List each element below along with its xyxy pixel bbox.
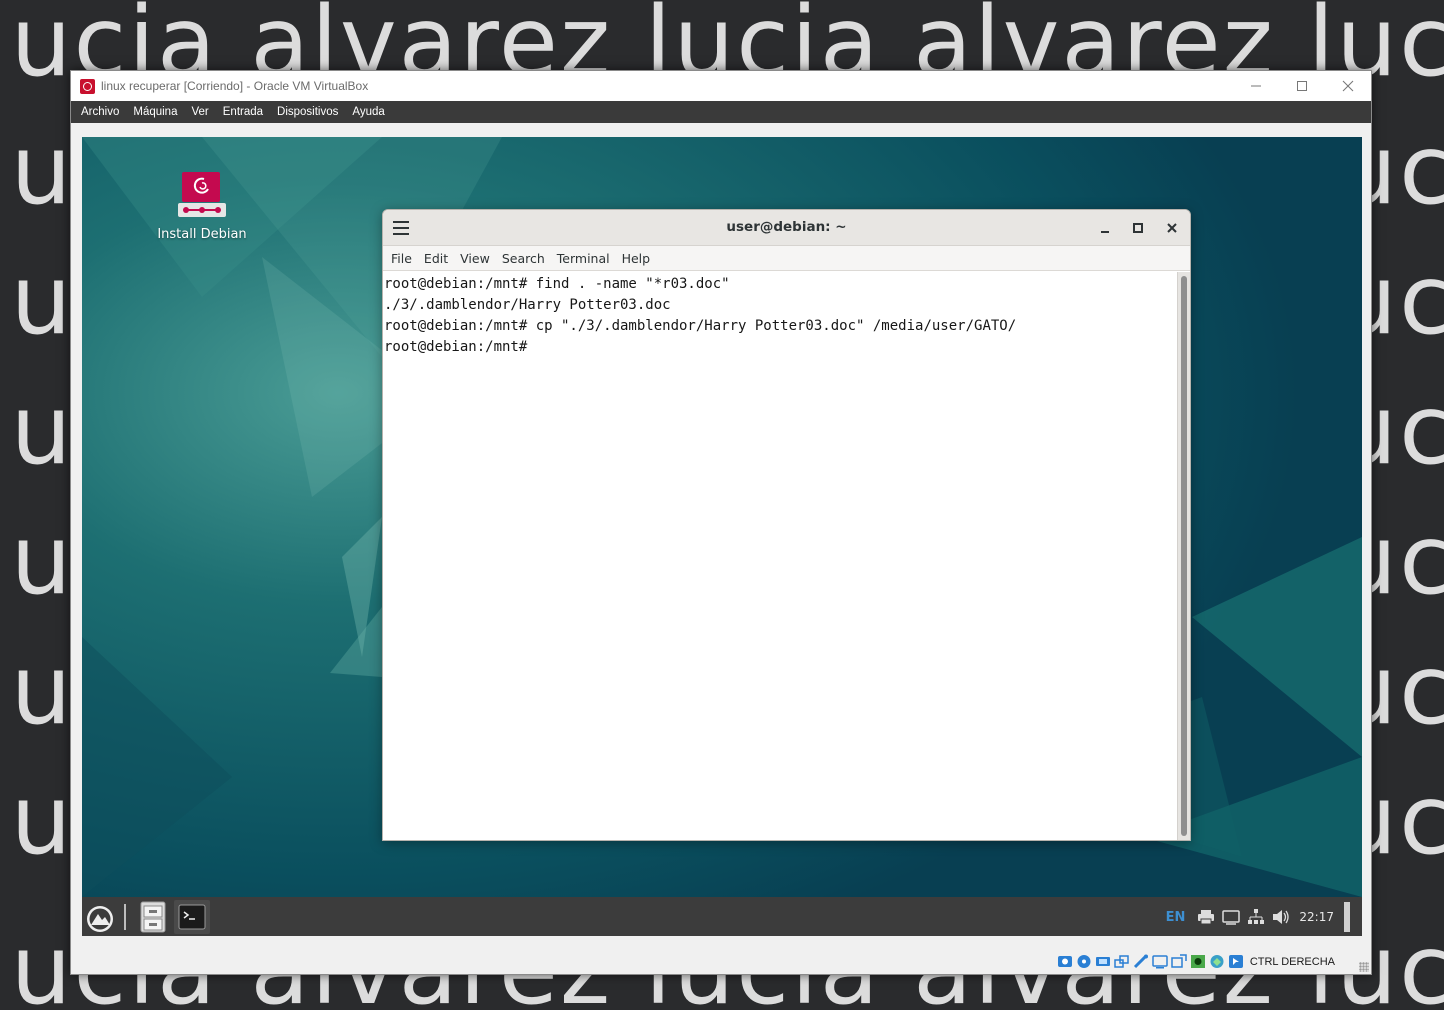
close-button[interactable] [1325,71,1371,101]
cpu-activity-icon[interactable] [1209,954,1225,969]
menu-terminal[interactable]: Terminal [557,251,610,266]
install-debian-launcher[interactable]: Install Debian [152,171,252,242]
terminal-maximize-button[interactable] [1128,218,1148,238]
guest-screen[interactable]: Install Debian user@debian: ~ File Edit … [82,137,1362,937]
show-desktop-button[interactable] [1344,902,1350,932]
menu-entrada[interactable]: Entrada [223,106,263,118]
close-icon [1167,223,1177,233]
maximize-icon [1297,81,1307,91]
scrollbar-thumb[interactable] [1181,276,1187,836]
file-manager-launcher[interactable] [137,900,169,934]
keyboard-layout-indicator[interactable]: EN [1166,910,1186,925]
menu-file[interactable]: File [391,251,412,266]
usb-icon[interactable] [1133,954,1149,969]
close-icon [1342,80,1354,92]
optical-disk-icon[interactable] [1076,954,1092,969]
terminal-output[interactable]: root@debian:/mnt# find . -name "*r03.doc… [383,272,1176,840]
file-cabinet-icon [140,901,166,933]
terminal-close-button[interactable] [1162,218,1182,238]
recording-icon[interactable] [1190,954,1206,969]
maximize-icon [1133,223,1143,233]
virtualbox-statusbar: CTRL DERECHA [71,936,1371,974]
menu-maquina[interactable]: Máquina [133,106,177,118]
debian-installer-icon [178,171,226,219]
menu-dispositivos[interactable]: Dispositivos [277,106,338,118]
network-icon[interactable] [1114,954,1130,969]
display-icon[interactable] [1171,954,1187,969]
terminal-scrollbar[interactable] [1177,272,1190,840]
app-menu-button[interactable] [84,900,116,934]
minimize-button[interactable] [1233,71,1279,101]
shared-folders-icon[interactable] [1152,954,1168,969]
menu-ver[interactable]: Ver [191,106,208,118]
audio-icon[interactable] [1095,954,1111,969]
terminal-menubar: File Edit View Search Terminal Help [383,246,1190,271]
volume-icon[interactable] [1272,909,1290,925]
clock[interactable]: 22:17 [1299,910,1334,924]
desktop-icon-label: Install Debian [157,227,247,242]
virtualbox-menubar: Archivo Máquina Ver Entrada Dispositivos… [71,101,1371,123]
mouse-integration-icon[interactable] [1228,954,1244,969]
terminal-headerbar[interactable]: user@debian: ~ [383,210,1190,246]
host-key-label: CTRL DERECHA [1249,955,1335,968]
virtualbox-app-icon [80,78,95,94]
resize-grip[interactable] [1359,962,1369,972]
terminal-minimize-button[interactable] [1095,218,1115,238]
system-tray: EN 22:17 [1166,897,1350,937]
menu-search[interactable]: Search [502,251,545,266]
hard-disk-icon[interactable] [1057,954,1073,969]
maximize-button[interactable] [1279,71,1325,101]
terminal-icon [178,904,206,930]
printer-icon[interactable] [1197,909,1215,925]
app-menu-icon [87,906,113,932]
minimize-icon [1101,231,1109,233]
panel-separator [124,904,126,930]
terminal-title: user@debian: ~ [726,219,847,235]
terminal-line: root@debian:/mnt# cp "./3/.damblendor/Ha… [384,318,1017,334]
terminal-line: ./3/.damblendor/Harry Potter03.doc [384,297,671,313]
minimize-icon [1251,85,1261,87]
menu-archivo[interactable]: Archivo [81,106,119,118]
network-wired-icon[interactable] [1247,909,1265,925]
display-tray-icon[interactable] [1222,909,1241,925]
virtualbox-titlebar[interactable]: linux recuperar [Corriendo] - Oracle VM … [71,71,1371,101]
menu-help[interactable]: Help [622,251,651,266]
terminal-line: root@debian:/mnt# find . -name "*r03.doc… [384,276,730,292]
terminal-prompt: root@debian:/mnt# [384,339,536,355]
guest-taskbar: EN 22:17 [82,897,1362,937]
menu-edit[interactable]: Edit [424,251,448,266]
menu-ayuda[interactable]: Ayuda [352,106,384,118]
menu-view[interactable]: View [460,251,490,266]
virtualbox-window: linux recuperar [Corriendo] - Oracle VM … [70,70,1372,975]
window-title: linux recuperar [Corriendo] - Oracle VM … [101,79,369,93]
terminal-task-button[interactable] [174,900,210,934]
terminal-window[interactable]: user@debian: ~ File Edit View Search Ter… [382,209,1191,841]
